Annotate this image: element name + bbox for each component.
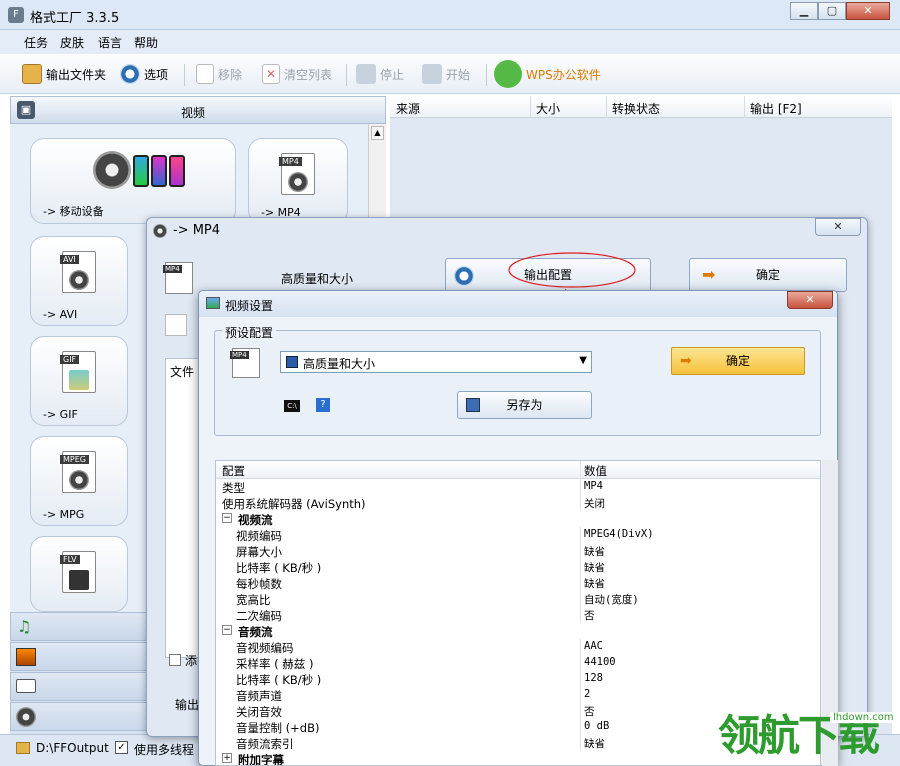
grid-row-key: 采样率 ( 赫兹 ) (236, 657, 314, 671)
grid-row-value[interactable]: 0 dB (584, 720, 609, 732)
save-icon (286, 356, 298, 368)
grid-row-key: 每秒帧数 (236, 577, 282, 591)
grid-row-value[interactable]: 缺省 (584, 576, 605, 591)
save-as-button[interactable]: 另存为 (457, 391, 592, 419)
grid-row-value[interactable]: AAC (584, 640, 603, 652)
collapse-icon[interactable]: − (222, 513, 232, 523)
save-icon (466, 398, 480, 412)
grid-row-value[interactable]: MP4 (584, 480, 603, 492)
grid-header-key: 配置 (222, 464, 245, 478)
grid-row-key: 类型 (222, 481, 245, 495)
grid-row-key: 附加字幕 (238, 753, 284, 766)
grid-row-value[interactable]: 自动(宽度) (584, 592, 639, 607)
video-ok-label: 确定 (725, 354, 750, 368)
grid-row[interactable]: 每秒帧数 缺省 (216, 575, 820, 591)
collapse-icon[interactable]: − (222, 625, 232, 635)
grid-row[interactable]: 比特率 ( KB/秒 ) 128 (216, 671, 820, 687)
preset-group-label: 预设配置 (222, 324, 277, 341)
preset-select-value: 高质量和大小 (303, 357, 376, 371)
picture-icon (206, 297, 220, 309)
grid-row-key: 二次编码 (236, 609, 282, 623)
grid-row-value[interactable]: 2 (584, 688, 590, 700)
grid-row[interactable]: 屏幕大小 缺省 (216, 543, 820, 559)
save-as-label: 另存为 (506, 398, 543, 412)
preset-select[interactable]: 高质量和大小 ▼ (280, 351, 592, 373)
grid-row[interactable]: 采样率 ( 赫兹 ) 44100 (216, 655, 820, 671)
preset-group (214, 330, 821, 436)
grid-row-key: 音量控制 (+dB) (236, 721, 320, 735)
grid-row-value[interactable]: 否 (584, 704, 595, 719)
grid-section-row[interactable]: − 音频流 (216, 623, 820, 639)
grid-row-key: 音频流索引 (236, 737, 294, 751)
watermark-domain: lhdown.com (830, 712, 897, 723)
grid-row[interactable]: 视频编码 MPEG4(DivX) (216, 527, 820, 543)
grid-header-value: 数值 (584, 464, 607, 478)
grid-row-value[interactable]: 关闭 (584, 496, 605, 511)
grid-row[interactable]: 二次编码 否 (216, 607, 820, 623)
grid-header: 配置 数值 (216, 461, 820, 479)
grid-row[interactable]: 类型 MP4 (216, 479, 820, 495)
video-ok-button[interactable]: ➡ 确定 (671, 347, 805, 375)
grid-row-key: 宽高比 (236, 593, 271, 607)
chevron-down-icon: ▼ (579, 355, 587, 366)
mp4-file-icon: MP4 (230, 348, 260, 378)
grid-row[interactable]: 音视频编码 AAC (216, 639, 820, 655)
expand-icon[interactable]: + (222, 753, 232, 763)
highlight-ellipse (508, 252, 636, 288)
arrow-right-icon: ➡ (680, 353, 692, 369)
grid-section-row[interactable]: − 视频流 (216, 511, 820, 527)
grid-row-value[interactable]: MPEG4(DivX) (584, 528, 654, 540)
grid-row-key: 音频流 (238, 625, 273, 639)
grid-row[interactable]: 音频声道 2 (216, 687, 820, 703)
grid-row-value[interactable]: 44100 (584, 656, 616, 668)
grid-row-key: 视频编码 (236, 529, 282, 543)
grid-row-value[interactable]: 缺省 (584, 544, 605, 559)
grid-row-key: 屏幕大小 (236, 545, 282, 559)
video-dialog-title: 视频设置 (225, 299, 274, 313)
grid-row-key: 关闭音效 (236, 705, 282, 719)
video-dialog-close-button[interactable]: ✕ (787, 291, 833, 309)
grid-row-key: 比特率 ( KB/秒 ) (236, 673, 322, 687)
grid-row[interactable]: 比特率 ( KB/秒 ) 缺省 (216, 559, 820, 575)
grid-row-key: 使用系统解码器 (AviSynth) (222, 497, 366, 511)
grid-row-key: 比特率 ( KB/秒 ) (236, 561, 322, 575)
grid-row-value[interactable]: 否 (584, 608, 595, 623)
grid-row[interactable]: 使用系统解码器 (AviSynth) 关闭 (216, 495, 820, 511)
grid-row-key: 音频声道 (236, 689, 282, 703)
grid-row[interactable]: 宽高比 自动(宽度) (216, 591, 820, 607)
grid-row-value[interactable]: 缺省 (584, 560, 605, 575)
grid-row-key: 音视频编码 (236, 641, 294, 655)
grid-row-value[interactable]: 缺省 (584, 736, 605, 751)
help-icon[interactable]: ? (316, 398, 330, 412)
video-dialog-titlebar (199, 291, 837, 317)
grid-row-value[interactable]: 128 (584, 672, 603, 684)
grid-row-key: 视频流 (238, 513, 273, 527)
command-line-icon[interactable]: C:\ (284, 400, 300, 412)
